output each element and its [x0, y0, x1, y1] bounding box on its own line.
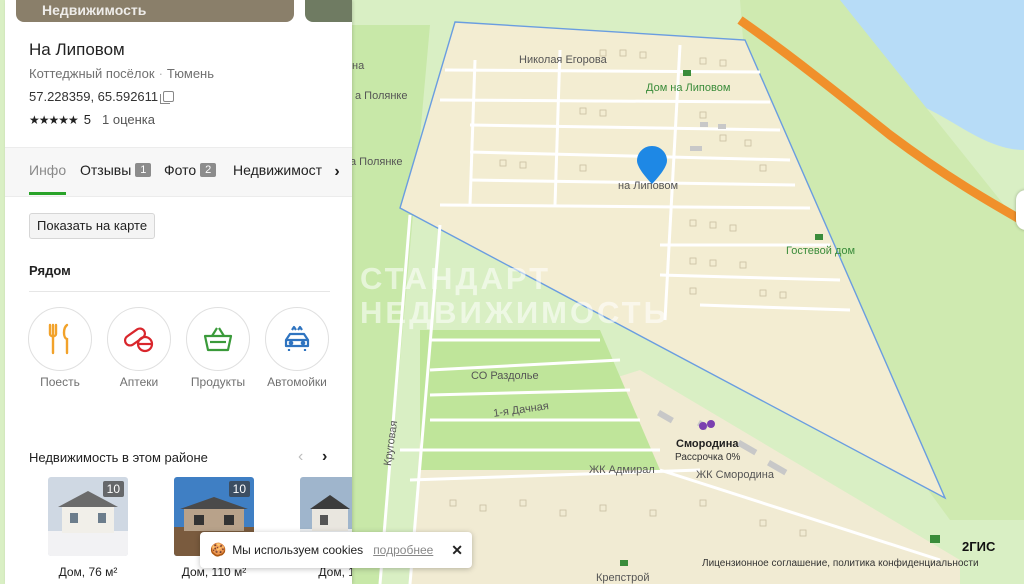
- tab-photos[interactable]: Фото 2: [164, 162, 217, 178]
- map-label-krepstroy[interactable]: Крепстрой: [596, 572, 650, 584]
- place-category: Коттеджный посёлок: [29, 66, 155, 81]
- nearby-item-pharmacy[interactable]: Аптеки: [106, 307, 172, 389]
- nearby-item-grocery[interactable]: Продукты: [185, 307, 251, 389]
- map-label-admiral[interactable]: ЖК Адмирал: [589, 464, 655, 476]
- coordinates-text: 57.228359, 65.592611: [29, 89, 159, 104]
- rating-score: 5: [83, 112, 92, 127]
- map-label-zhk-smorodina[interactable]: ЖК Смородина: [696, 469, 774, 481]
- place-subtitle: Коттеджный посёлок · Тюмень: [29, 66, 214, 81]
- star-rating-icon: ★★★★★: [29, 112, 79, 127]
- brand-logo: 2ГИС: [962, 539, 996, 554]
- coordinates: 57.228359, 65.592611: [29, 89, 175, 104]
- realty-photo[interactable]: 10: [48, 477, 128, 556]
- tab-reviews[interactable]: Отзывы 1: [80, 162, 152, 178]
- map-label-smorodina[interactable]: Смородина: [676, 438, 738, 450]
- photo-thumbnail[interactable]: Недвижимость: [16, 0, 294, 22]
- place-card-panel: Недвижимость На Липовом Коттеджный посёл…: [5, 0, 352, 584]
- map-side-control[interactable]: [1016, 190, 1024, 230]
- map-label-polyanka-2: а Полянке: [350, 156, 403, 168]
- smorodina-marker: [699, 422, 707, 430]
- carousel-prev-icon[interactable]: ‹: [298, 448, 303, 466]
- carousel-next-icon[interactable]: ›: [322, 448, 327, 466]
- tab-bar: Инфо Отзывы 1 Фото 2 Недвижимост ›: [5, 147, 352, 197]
- pills-icon: [123, 327, 154, 353]
- basket-icon: [203, 327, 233, 352]
- realty-card[interactable]: 10 Дом, 76 м²: [48, 477, 128, 579]
- tab-realty[interactable]: Недвижимост: [233, 162, 322, 178]
- fork-knife-icon: [48, 323, 69, 355]
- nearby-title: Рядом: [29, 263, 71, 278]
- nearby-item-carwash[interactable]: Автомойки: [264, 307, 330, 389]
- map-label-poi-gostevoy[interactable]: Гостевой дом: [786, 245, 855, 257]
- reviews-count-badge: 1: [135, 163, 152, 177]
- map-label-poi-dom[interactable]: Дом на Липовом: [646, 82, 730, 94]
- place-city[interactable]: Тюмень: [167, 66, 214, 81]
- cookie-icon: 🍪: [210, 542, 227, 557]
- photo-strip[interactable]: Недвижимость: [5, 0, 352, 24]
- photos-count-badge: 2: [200, 163, 217, 177]
- photo-count-badge: 10: [102, 481, 124, 497]
- location-pin-icon[interactable]: [636, 145, 668, 185]
- realty-section-title: Недвижимость в этом районе: [29, 450, 208, 465]
- map-label-installment: Рассрочка 0%: [675, 452, 741, 463]
- map-label-street: Николая Егорова: [519, 54, 607, 66]
- tabs-scroll-right-icon[interactable]: ›: [322, 148, 352, 196]
- map-label-razdolye: СО Раздолье: [471, 370, 539, 382]
- copy-icon[interactable]: [160, 91, 175, 104]
- photo-thumbnail[interactable]: [305, 0, 352, 22]
- photo-watermark: Недвижимость: [42, 2, 147, 18]
- show-on-map-button[interactable]: Показать на карте: [29, 213, 156, 239]
- rating[interactable]: ★★★★★ 5 1 оценка: [29, 112, 155, 127]
- map-watermark: СТАНДАРТ НЕДВИЖИМОСТЬ: [360, 261, 669, 330]
- place-title: На Липовом: [29, 40, 125, 59]
- cookie-banner: 🍪 Мы используем cookies подробнее ✕: [200, 532, 472, 568]
- cookie-text: Мы используем cookies: [232, 543, 364, 557]
- license-links[interactable]: Лицензионное соглашение, политика конфид…: [702, 558, 979, 569]
- cookie-more-link[interactable]: подробнее: [373, 543, 433, 557]
- map-label-polyanka: а Полянке: [355, 90, 408, 102]
- car-wash-icon: [284, 325, 310, 351]
- nearby-item-food[interactable]: Поесть: [27, 307, 93, 389]
- close-icon[interactable]: ✕: [451, 542, 463, 559]
- tab-info[interactable]: Инфо: [29, 162, 67, 195]
- map-label-na: на: [352, 60, 365, 72]
- photo-count-badge: 10: [228, 481, 250, 497]
- realty-caption: Дом, 76 м²: [58, 565, 118, 579]
- rating-count[interactable]: 1 оценка: [102, 112, 155, 127]
- divider: [29, 291, 330, 292]
